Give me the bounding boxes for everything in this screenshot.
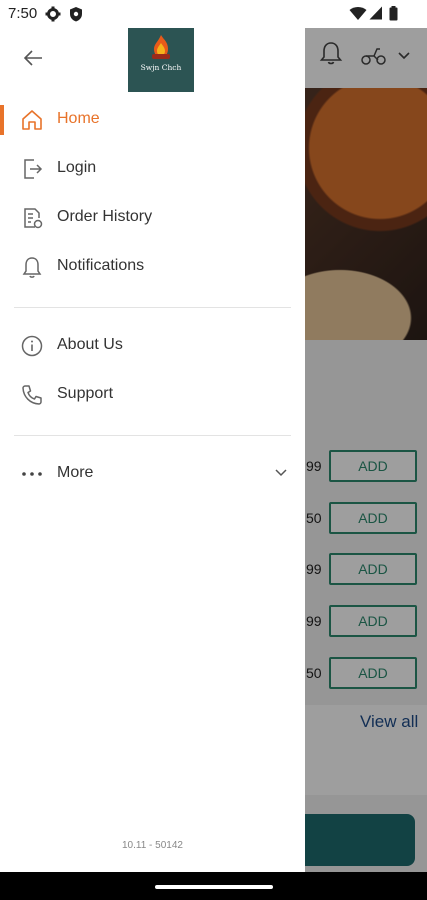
nav-item-label: More — [57, 464, 94, 481]
active-indicator — [0, 105, 4, 135]
app-version: 10.11 - 50142 — [122, 840, 183, 851]
nav-item-more[interactable]: More — [0, 451, 305, 497]
cell-signal-icon — [369, 6, 382, 20]
nav-item-label: Login — [57, 159, 97, 176]
system-nav-bar — [0, 872, 427, 900]
more-dots-icon — [22, 472, 42, 476]
chevron-down-icon — [275, 469, 287, 477]
nav-item-notifications[interactable]: Notifications — [0, 244, 305, 290]
nav-item-label: Notifications — [57, 257, 145, 274]
navigation-drawer: Swjn Chch Home Login Order History Notif… — [0, 26, 305, 872]
logo-text: Swjn Chch — [140, 63, 182, 72]
nav-item-label: About Us — [57, 336, 123, 353]
info-icon — [21, 335, 43, 357]
divider — [14, 307, 291, 308]
restaurant-logo: Swjn Chch — [128, 26, 194, 92]
nav-item-support[interactable]: Support — [0, 372, 305, 418]
nav-item-about-us[interactable]: About Us — [0, 323, 305, 369]
battery-icon — [389, 6, 398, 21]
settings-icon — [45, 6, 61, 22]
status-time: 7:50 — [8, 5, 38, 22]
home-gesture-pill[interactable] — [155, 885, 273, 889]
nav-item-label: Order History — [57, 208, 153, 225]
flame-icon — [152, 35, 170, 59]
shield-icon — [70, 7, 82, 22]
divider — [14, 435, 291, 436]
wifi-icon — [349, 7, 367, 20]
home-icon — [22, 110, 42, 130]
nav-item-label: Home — [57, 110, 100, 127]
nav-item-home[interactable]: Home — [0, 97, 305, 143]
nav-item-order-history[interactable]: Order History — [0, 195, 305, 241]
order-history-icon — [24, 208, 43, 229]
bell-icon — [22, 257, 42, 278]
phone-icon — [22, 385, 42, 405]
login-icon — [24, 159, 43, 179]
nav-item-label: Support — [57, 385, 114, 402]
nav-item-login[interactable]: Login — [0, 146, 305, 192]
back-arrow-icon[interactable] — [18, 46, 50, 70]
status-bar: 7:50 — [0, 0, 427, 28]
